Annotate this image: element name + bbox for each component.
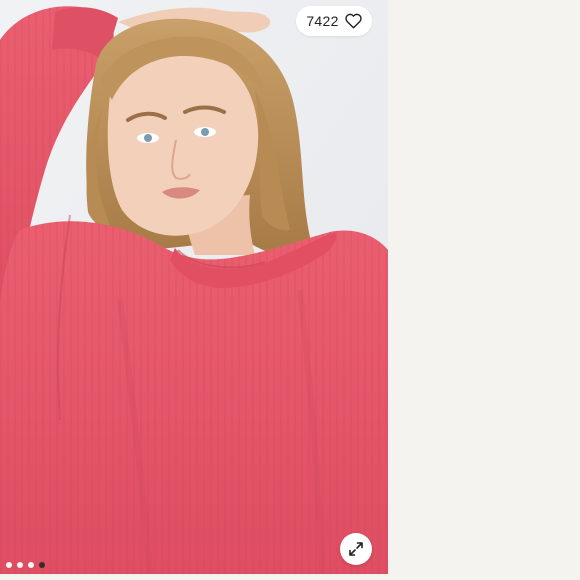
carousel-dot[interactable] <box>17 562 23 568</box>
like-count: 7422 <box>306 13 339 29</box>
expand-image-button[interactable] <box>340 533 372 565</box>
carousel-dot[interactable] <box>6 562 12 568</box>
heart-outline-icon <box>344 13 362 29</box>
carousel-dots <box>6 562 45 568</box>
like-button[interactable]: 7422 <box>296 6 372 36</box>
model-in-sweater-image <box>0 0 388 574</box>
expand-arrows-icon <box>349 542 363 556</box>
product-photo[interactable] <box>0 0 388 574</box>
carousel-dot[interactable] <box>28 562 34 568</box>
empty-side-panel <box>388 0 580 580</box>
listing-page: 7422 <box>0 0 580 580</box>
carousel-dot[interactable] <box>39 562 45 568</box>
